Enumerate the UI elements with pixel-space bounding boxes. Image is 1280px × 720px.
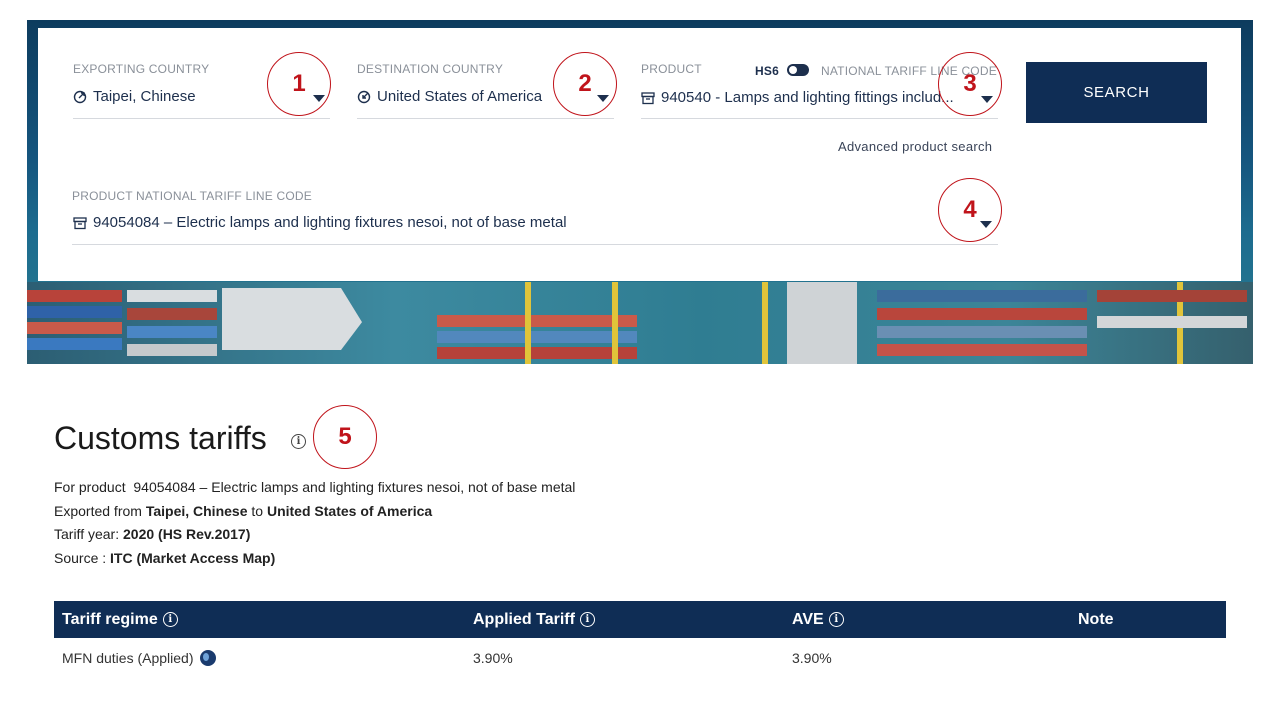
info-icon[interactable]: i [291, 434, 306, 449]
field-underline [73, 118, 330, 119]
import-icon [357, 90, 371, 104]
exported-line: Exported from Taipei, Chinese to United … [54, 503, 433, 519]
container-stack [877, 290, 1087, 302]
exporting-country-field[interactable]: EXPORTING COUNTRY [73, 62, 209, 76]
export-icon [73, 90, 87, 104]
product-label: PRODUCT [641, 62, 702, 76]
product-select[interactable]: 940540 - Lamps and lighting fittings inc… [641, 89, 954, 106]
ntl-select[interactable]: 94054084 – Electric lamps and lighting f… [73, 214, 567, 231]
container-stack [27, 322, 122, 334]
product-value: 940540 - Lamps and lighting fittings inc… [661, 89, 954, 106]
annotation-marker-1: 1 [267, 52, 331, 116]
info-icon[interactable]: i [162, 612, 178, 627]
field-underline [641, 118, 998, 119]
ship [222, 288, 362, 350]
globe-icon[interactable] [199, 650, 216, 666]
container-stack [27, 290, 122, 302]
container-stack [877, 308, 1087, 320]
container-stack [437, 331, 637, 343]
table-row-applied: 3.90% [473, 650, 513, 666]
container-stack [1097, 290, 1247, 302]
hs6-ntl-toggle[interactable] [787, 64, 809, 76]
destination-country-label: DESTINATION COUNTRY [357, 62, 504, 76]
tariff-table-header: Tariff regime i Applied Tariff i AVE i N… [54, 601, 1226, 638]
exporting-country-label: EXPORTING COUNTRY [73, 62, 210, 76]
ntl-label: PRODUCT NATIONAL TARIFF LINE CODE [72, 189, 312, 203]
page-title: Customs tariffs [54, 420, 267, 456]
crane [612, 282, 618, 364]
header-ave: AVE i [792, 601, 844, 638]
annotation-marker-4: 4 [938, 178, 1002, 242]
annotation-marker-3: 3 [938, 52, 1002, 116]
header-applied-tariff: Applied Tariff i [473, 601, 595, 638]
advanced-product-search-link[interactable]: Advanced product search [838, 139, 992, 154]
box-icon [641, 91, 655, 105]
destination-country-select[interactable]: United States of America [357, 88, 542, 105]
source-line: Source : ITC (Market Access Map) [54, 550, 276, 566]
table-row-regime: MFN duties (Applied) [62, 650, 216, 666]
container-stack [127, 290, 217, 302]
header-tariff-regime: Tariff regime i [62, 601, 178, 638]
crane [762, 282, 768, 364]
product-line: For product 94054084 – Electric lamps an… [54, 479, 576, 495]
box-icon [73, 216, 87, 230]
annotation-marker-5: 5 [313, 405, 377, 469]
container-stack [127, 326, 217, 338]
hs6-toggle-label: HS6 [755, 64, 779, 78]
ntl-value: 94054084 – Electric lamps and lighting f… [93, 214, 567, 231]
field-underline [72, 244, 998, 245]
info-icon[interactable]: i [579, 612, 595, 627]
exporting-country-value: Taipei, Chinese [93, 88, 196, 105]
container-stack [27, 306, 122, 318]
destination-country-value: United States of America [377, 88, 543, 105]
product-field[interactable]: PRODUCT [641, 62, 702, 76]
annotation-marker-2: 2 [553, 52, 617, 116]
crane [525, 282, 531, 364]
container-stack [877, 326, 1087, 338]
ship [787, 282, 857, 364]
table-row-ave: 3.90% [792, 650, 832, 666]
tariff-year-line: Tariff year: 2020 (HS Rev.2017) [54, 526, 251, 542]
container-stack [437, 347, 637, 359]
container-stack [437, 315, 637, 327]
search-button[interactable]: SEARCH [1026, 62, 1207, 123]
header-note: Note [1078, 610, 1114, 628]
info-icon[interactable]: i [828, 612, 844, 627]
container-stack [1097, 316, 1247, 328]
container-stack [877, 344, 1087, 356]
field-underline [357, 118, 614, 119]
container-stack [127, 308, 217, 320]
ntl-field[interactable]: PRODUCT NATIONAL TARIFF LINE CODE [72, 189, 312, 203]
container-stack [127, 344, 217, 356]
exporting-country-select[interactable]: Taipei, Chinese [73, 88, 196, 105]
destination-country-field[interactable]: DESTINATION COUNTRY [357, 62, 503, 76]
container-stack [27, 338, 122, 350]
